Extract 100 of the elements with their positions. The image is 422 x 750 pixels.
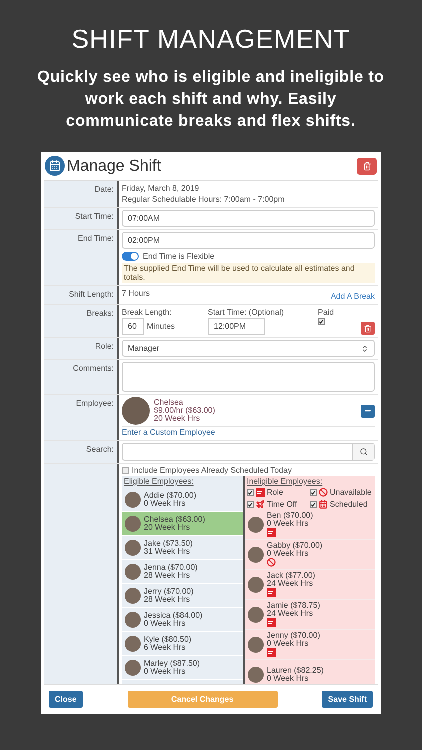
employee-name: Ben ($70.00) — [267, 512, 314, 520]
notice-banner: The supplied End Time will be used to calculate all estimates and totals. — [122, 263, 375, 283]
field-label: Comments: — [73, 364, 114, 373]
end-time-field[interactable]: 02:00PM — [122, 232, 375, 249]
role-select[interactable]: Manager — [122, 340, 375, 357]
field-label: Date: — [94, 185, 114, 194]
id-card-icon — [267, 648, 276, 657]
paid-checkbox[interactable] — [318, 318, 325, 325]
filter-checkbox[interactable] — [310, 489, 317, 496]
filter-label: Time Off — [267, 499, 298, 510]
field-label: Employee: — [76, 399, 114, 408]
delete-button[interactable] — [357, 158, 377, 174]
break-length-field[interactable]: 60 — [122, 318, 144, 335]
employee-row[interactable]: Jamie ($78.75) 24 Week Hrs — [245, 600, 375, 630]
field-label: Search: — [86, 445, 114, 454]
field-label: End Time: — [78, 234, 114, 243]
employee-row[interactable]: Jessica ($84.00) 0 Week Hrs — [122, 608, 243, 632]
filter-label: Role — [267, 487, 284, 498]
filter-checkbox[interactable] — [247, 489, 254, 496]
employee-row[interactable]: Lauren ($82.25) 0 Week Hrs — [245, 660, 375, 684]
filter-checkbox[interactable] — [310, 501, 317, 508]
break-start-label: Start Time: (Optional) — [208, 307, 286, 318]
employee-name: Chelsea ($63.00) — [144, 516, 206, 524]
id-card-icon — [267, 528, 276, 537]
employee-hours: 24 Week Hrs — [267, 580, 314, 588]
custom-employee-link[interactable]: Enter a Custom Employee — [122, 428, 216, 437]
employee-rate: $9.00/hr ($63.00) — [154, 407, 216, 415]
employee-hours: 20 Week Hrs — [154, 415, 200, 423]
employee-name: Jake ($73.50) — [144, 540, 193, 548]
id-card-icon — [267, 618, 276, 627]
avatar-placeholder — [125, 540, 141, 556]
employee-row[interactable]: Ben ($70.00) 0 Week Hrs — [245, 510, 375, 540]
employee-name: Kyle ($80.50) — [144, 636, 192, 644]
avatar-placeholder — [125, 492, 141, 508]
delete-break-button[interactable] — [361, 322, 375, 335]
eligible-heading: Eligible Employees: — [123, 476, 195, 488]
filter-checkbox[interactable] — [247, 501, 254, 508]
employee-hours: 28 Week Hrs — [144, 572, 190, 580]
employee-row[interactable]: Gabby ($70.00) 0 Week Hrs — [245, 540, 375, 570]
search-field[interactable] — [122, 443, 375, 461]
avatar-placeholder — [125, 516, 141, 532]
avatar-placeholder — [248, 606, 264, 622]
id-card-icon — [267, 588, 276, 597]
employee-row[interactable]: Jenny ($70.00) 0 Week Hrs — [245, 630, 375, 660]
employee-hours: 24 Week Hrs — [267, 610, 314, 618]
add-break-link[interactable]: Add A Break — [330, 291, 375, 302]
employee-hours: 31 Week Hrs — [144, 548, 190, 556]
employee-name: Jerry ($70.00) — [144, 588, 194, 596]
employee-row[interactable]: Jake ($73.50) 31 Week Hrs — [122, 536, 243, 560]
avatar-placeholder — [125, 612, 141, 628]
toggle-switch[interactable] — [122, 252, 139, 261]
tagline: Quickly see who is eligible and ineligible to work each shift and why. Easily communicate breaks and flex shifts. — [36, 68, 386, 132]
close-button[interactable]: Close — [49, 691, 83, 708]
id-card-icon — [256, 488, 265, 497]
calendar-icon — [319, 500, 328, 509]
employee-row[interactable]: Jack ($77.00) 24 Week Hrs — [245, 570, 375, 600]
date-text: Friday, March 8, 2019 — [122, 183, 200, 194]
employee-hours: 6 Week Hrs — [144, 644, 186, 652]
employee-row[interactable]: Jenna ($70.00) 28 Week Hrs — [122, 560, 243, 584]
employee-row[interactable]: Kyle ($80.50) 6 Week Hrs — [122, 632, 243, 656]
employee-name: Chelsea — [154, 399, 184, 407]
field-label: Start Time: — [75, 212, 114, 221]
avatar-placeholder — [248, 636, 264, 652]
select-arrows-icon — [361, 344, 369, 352]
employee-name: Jessica ($84.00) — [144, 612, 203, 620]
employee-hours: 0 Week Hrs — [144, 500, 186, 508]
search-icon — [360, 448, 368, 456]
save-shift-button[interactable]: Save Shift — [322, 691, 373, 708]
field-label: Breaks: — [86, 309, 114, 318]
employee-name: Addie ($70.00) — [144, 492, 196, 500]
employee-hours: 0 Week Hrs — [267, 640, 309, 648]
employee-row[interactable]: Marley ($87.50) 0 Week Hrs — [122, 656, 243, 680]
ban-icon — [319, 488, 328, 497]
employee-hours: 28 Week Hrs — [144, 596, 190, 604]
break-length-label: Break Length: — [122, 307, 173, 318]
field-label: Shift Length: — [69, 290, 114, 299]
remove-button[interactable] — [361, 404, 375, 418]
date-text: Regular Schedulable Hours: 7:00am - 7:00pm — [122, 194, 286, 205]
shift-length-value: 7 Hours — [122, 288, 150, 299]
employee-row[interactable]: Chelsea ($63.00) 20 Week Hrs — [122, 512, 243, 536]
comments-field[interactable] — [122, 362, 375, 392]
employee-hours: 0 Week Hrs — [267, 674, 309, 682]
employee-name: Marley ($87.50) — [144, 660, 200, 668]
employee-row[interactable]: Jerry ($70.00) 28 Week Hrs — [122, 584, 243, 608]
plane-icon — [256, 500, 265, 509]
break-start-field[interactable]: 12:00PM — [208, 318, 265, 335]
ineligible-heading: Ineligible Employees: — [246, 476, 324, 487]
filter-label: Scheduled — [330, 499, 368, 510]
employee-name: Jenny ($70.00) — [267, 632, 320, 640]
ban-icon — [267, 558, 276, 567]
filter-label: Unavailable — [330, 487, 372, 498]
trash-icon — [364, 324, 372, 332]
include-checkbox[interactable] — [122, 466, 129, 474]
include-label: Include Employees Already Scheduled Today — [132, 464, 292, 476]
start-time-field[interactable]: 07:00AM — [122, 210, 375, 227]
calendar-icon — [45, 156, 65, 176]
employee-hours: 0 Week Hrs — [144, 620, 186, 628]
employee-hours: 0 Week Hrs — [267, 520, 309, 528]
headline: SHIFT MANAGEMENT — [72, 23, 350, 56]
toggle-label: End Time is Flexible — [143, 251, 215, 262]
